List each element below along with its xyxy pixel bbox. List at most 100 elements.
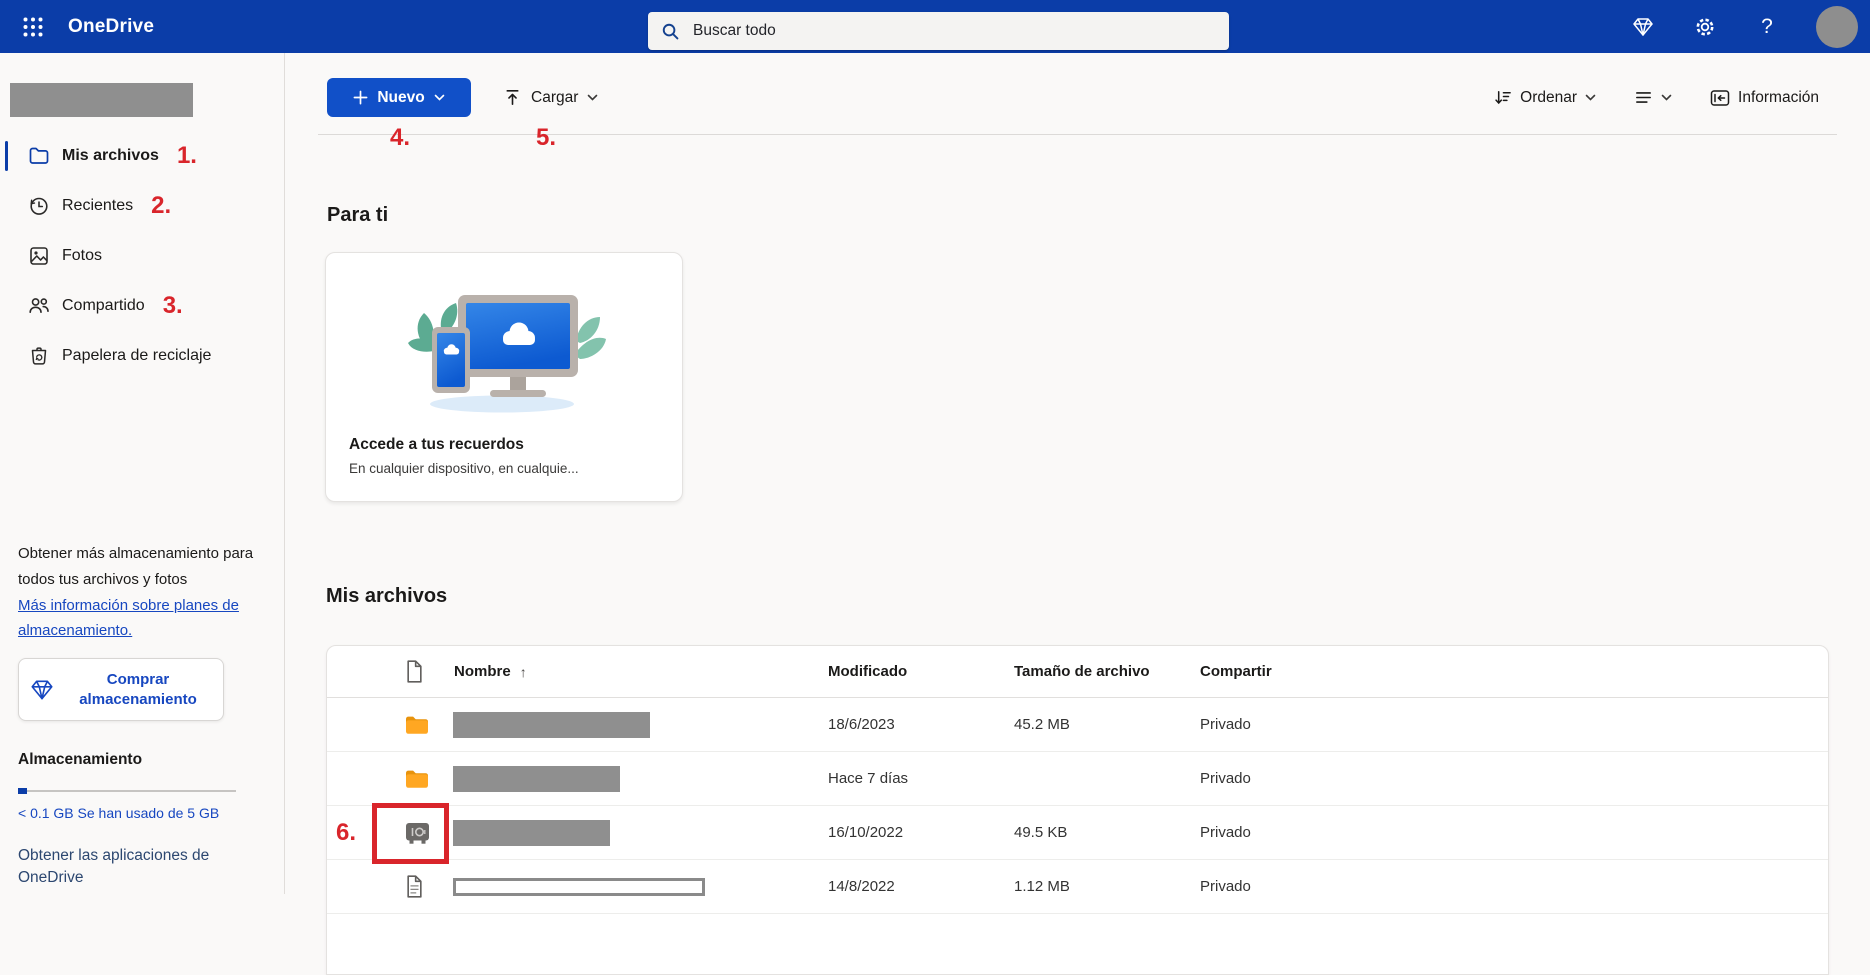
get-apps-link[interactable]: Obtener las aplicaciones de OneDrive — [18, 845, 230, 888]
info-button-label: Información — [1738, 88, 1819, 106]
annotation-5: 5. — [536, 124, 557, 151]
annotation-3: 3. — [162, 292, 183, 319]
chevron-down-icon — [1585, 94, 1596, 101]
table-row[interactable]: 18/6/2023 45.2 MB Privado — [327, 698, 1828, 752]
app-launcher-icon[interactable] — [14, 5, 52, 49]
sort-button-label: Ordenar — [1520, 88, 1578, 106]
size-cell: 49.5 KB — [1014, 824, 1068, 841]
upload-button[interactable]: Cargar — [497, 78, 604, 117]
view-options-button[interactable] — [1628, 87, 1678, 108]
table-row[interactable]: 14/8/2022 1.12 MB Privado — [327, 860, 1828, 914]
column-header-name[interactable]: Nombre ↑ — [448, 663, 828, 680]
chevron-down-icon — [588, 94, 598, 101]
sidebar-item-label: Fotos — [62, 247, 103, 264]
share-cell: Privado — [1200, 770, 1251, 787]
files-table: Nombre ↑ Modificado Tamaño de archivo Co… — [326, 645, 1829, 975]
column-header-share[interactable]: Compartir — [1200, 663, 1828, 680]
modified-cell: Hace 7 días — [828, 770, 909, 787]
promo-card-title: Accede a tus recuerdos — [349, 436, 524, 453]
photo-icon — [28, 245, 50, 267]
size-cell: 1.12 MB — [1014, 878, 1070, 895]
sidebar-item-photos[interactable]: Fotos — [0, 231, 284, 281]
sort-icon — [1495, 91, 1512, 105]
buy-storage-button[interactable]: Comprar almacenamiento — [18, 658, 224, 722]
list-view-icon — [1636, 92, 1651, 103]
upload-icon — [506, 90, 519, 105]
storage-heading: Almacenamiento — [18, 751, 143, 769]
user-name-redacted — [10, 83, 193, 117]
file-type-column-icon[interactable] — [405, 660, 448, 683]
help-button[interactable]: ? — [1754, 14, 1780, 40]
sidebar-item-shared[interactable]: Compartido 3. — [0, 281, 284, 331]
devices-illustration — [408, 295, 606, 413]
annotation-red-box — [372, 803, 449, 864]
sidebar-item-label: Papelera de reciclaje — [62, 347, 212, 364]
upload-button-label: Cargar — [531, 88, 579, 106]
annotation-6: 6. — [336, 818, 357, 846]
topbar-actions: ? — [1630, 0, 1870, 53]
sidebar: Mis archivos 1. Recientes 2. Fotos Compa… — [0, 53, 285, 894]
table-row-highlighted[interactable]: 6. 16/10/2022 49.5 KB Privado — [327, 803, 1828, 864]
share-cell: Privado — [1200, 716, 1251, 733]
table-row[interactable]: Hace 7 días Privado — [327, 752, 1828, 806]
search-input[interactable] — [691, 21, 1216, 41]
storage-usage-link[interactable]: < 0.1 GB Se han usado de 5 GB — [18, 801, 254, 825]
sidebar-item-recent[interactable]: Recientes 2. — [0, 181, 284, 231]
people-icon — [28, 295, 50, 317]
file-name-redacted — [453, 765, 620, 792]
app-title: OneDrive — [68, 15, 155, 37]
plus-icon — [353, 90, 368, 105]
clock-icon — [28, 195, 50, 217]
sort-ascending-icon: ↑ — [519, 663, 527, 680]
my-files-heading: Mis archivos — [326, 585, 448, 607]
chevron-down-icon — [1661, 94, 1672, 101]
modified-cell: 16/10/2022 — [828, 824, 904, 841]
size-cell: 45.2 MB — [1014, 716, 1070, 733]
settings-button[interactable] — [1692, 14, 1718, 40]
toolbar-right: Ordenar Información — [1487, 78, 1825, 117]
folder-icon — [405, 715, 448, 735]
share-cell: Privado — [1200, 824, 1251, 841]
storage-block: Obtener más almacenamiento para todos tu… — [18, 541, 254, 888]
waffle-icon — [23, 17, 43, 36]
storage-plans-link[interactable]: Más información sobre planes de almacena… — [18, 597, 239, 640]
sort-button[interactable]: Ordenar — [1487, 87, 1602, 108]
storage-progress-bar — [18, 787, 236, 794]
column-header-modified[interactable]: Modificado — [828, 663, 1014, 680]
search-icon — [662, 23, 679, 39]
folder-icon — [405, 769, 448, 789]
sidebar-item-recycle-bin[interactable]: Papelera de reciclaje — [0, 331, 284, 381]
folder-icon — [28, 145, 50, 167]
memories-promo-card[interactable]: Accede a tus recuerdos En cualquier disp… — [325, 252, 683, 502]
search-box[interactable] — [648, 12, 1229, 50]
sidebar-item-label: Compartido — [62, 297, 145, 314]
sidebar-item-label: Mis archivos — [62, 147, 159, 164]
share-cell: Privado — [1200, 878, 1251, 895]
info-button[interactable]: Información — [1704, 88, 1825, 108]
file-name-redacted — [453, 711, 650, 738]
document-icon — [405, 875, 448, 898]
upsell-text: Obtener más almacenamiento para todos tu… — [18, 545, 254, 588]
sidebar-item-label: Recientes — [62, 197, 134, 214]
sidebar-nav: Mis archivos 1. Recientes 2. Fotos Compa… — [0, 131, 284, 381]
document-icon — [407, 660, 422, 683]
avatar[interactable] — [1816, 5, 1858, 48]
modified-cell: 14/8/2022 — [828, 878, 895, 895]
annotation-4: 4. — [390, 124, 411, 151]
chevron-down-icon — [434, 94, 444, 101]
topbar: OneDrive ? — [0, 0, 1870, 53]
gear-icon — [1696, 18, 1714, 35]
sidebar-item-my-files[interactable]: Mis archivos 1. — [0, 131, 284, 181]
file-name-redacted — [453, 819, 610, 846]
premium-button[interactable] — [1630, 14, 1656, 40]
new-button-label: Nuevo — [377, 88, 425, 106]
new-button[interactable]: Nuevo — [327, 78, 471, 117]
annotation-1: 1. — [176, 142, 197, 169]
column-header-size[interactable]: Tamaño de archivo — [1014, 663, 1200, 680]
recycle-bin-icon — [28, 345, 50, 367]
help-icon: ? — [1761, 14, 1773, 38]
diamond-icon — [1633, 17, 1653, 36]
progress-track — [18, 789, 236, 792]
modified-cell: 18/6/2023 — [828, 716, 895, 733]
promo-card-subtitle: En cualquier dispositivo, en cualquie... — [349, 461, 579, 476]
